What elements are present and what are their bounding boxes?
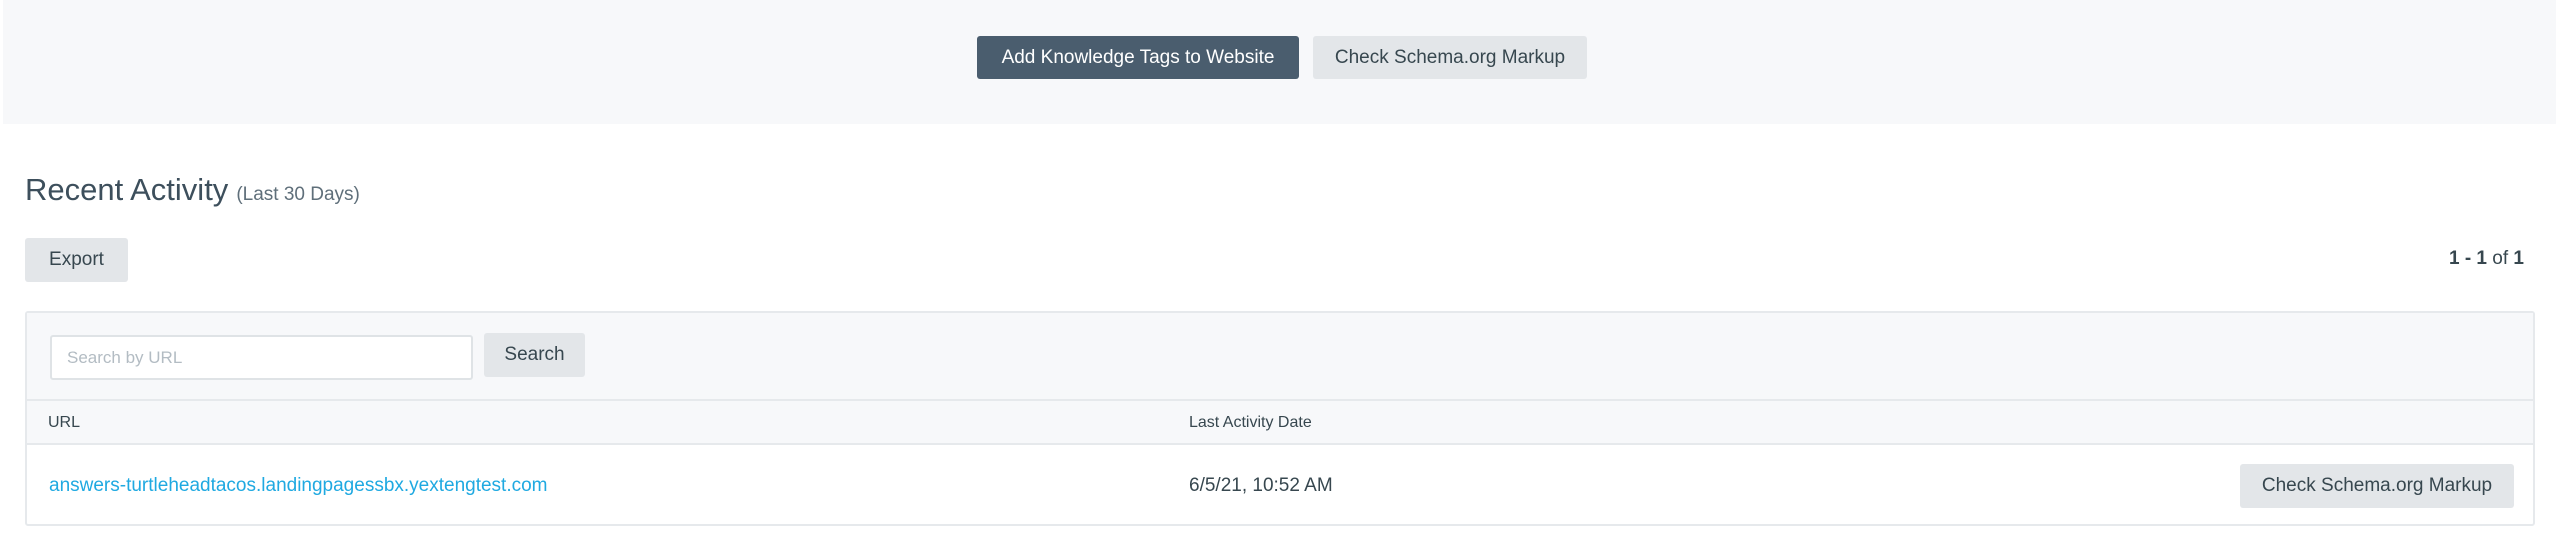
search-url-input[interactable] [50, 335, 473, 380]
table-row: answers-turtleheadtacos.landingpagessbx.… [27, 445, 2533, 526]
row-url-link[interactable]: answers-turtleheadtacos.landingpagessbx.… [49, 475, 548, 497]
activity-table: Search URL Last Activity Date answers-tu… [25, 311, 2535, 526]
section-heading: Recent Activity (Last 30 Days) [25, 172, 360, 208]
export-button[interactable]: Export [25, 238, 128, 282]
recent-activity-title: Recent Activity [25, 172, 229, 207]
top-action-band: Add Knowledge Tags to Website Check Sche… [0, 0, 2556, 124]
column-header-url[interactable]: URL [48, 414, 80, 432]
row-last-activity-date: 6/5/21, 10:52 AM [1189, 475, 1333, 496]
column-header-last-activity[interactable]: Last Activity Date [1189, 414, 1312, 432]
row-check-schema-button[interactable]: Check Schema.org Markup [2240, 464, 2514, 508]
pagination-of-label: of [2492, 248, 2509, 269]
search-button[interactable]: Search [484, 333, 585, 377]
pagination-range: 1 - 1 [2448, 248, 2487, 269]
add-knowledge-tags-button[interactable]: Add Knowledge Tags to Website [977, 36, 1299, 79]
table-header: URL Last Activity Date [27, 401, 2533, 445]
pagination-summary: 1 - 1 of 1 [2449, 248, 2524, 270]
pagination-total: 1 [2513, 248, 2524, 269]
check-schema-markup-button[interactable]: Check Schema.org Markup [1313, 36, 1587, 79]
table-search-bar: Search [27, 313, 2533, 401]
recent-activity-subtitle: (Last 30 Days) [236, 184, 360, 205]
